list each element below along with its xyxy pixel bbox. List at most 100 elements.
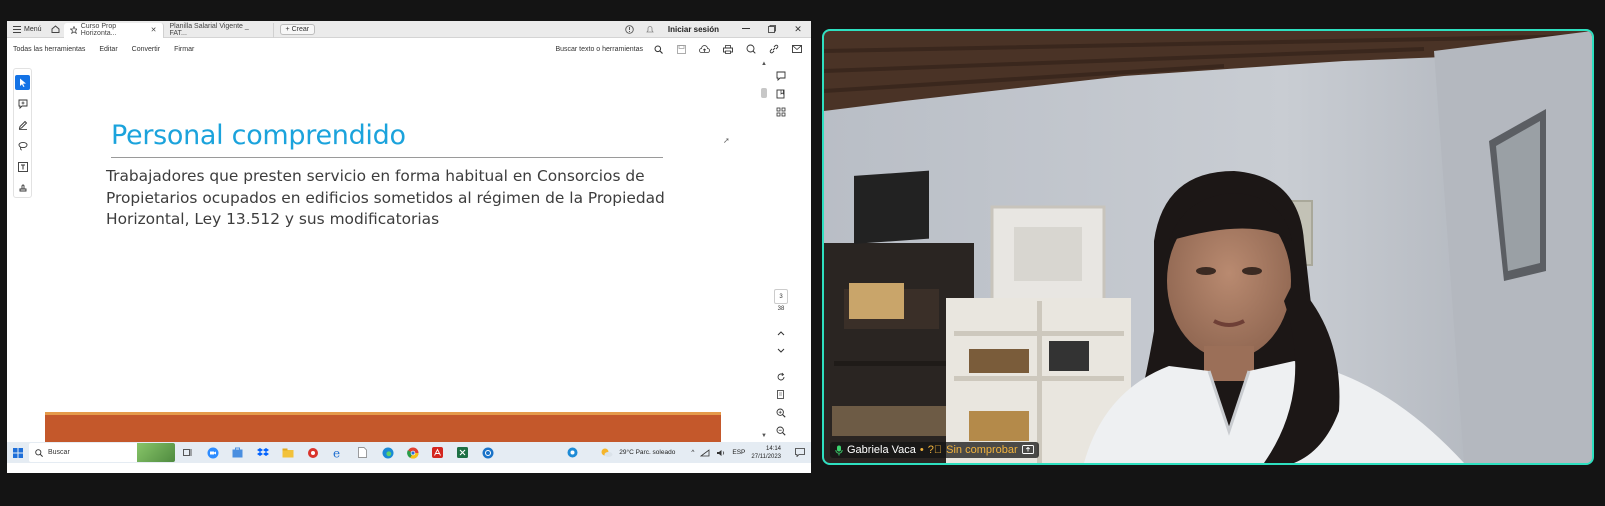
total-pages: 38 — [777, 306, 785, 312]
input-language[interactable]: ESP — [732, 449, 745, 456]
pen-icon — [18, 120, 27, 130]
system-tray: 29°C Parc. soleado ^ ESP 14:14 27/11/202… — [567, 445, 811, 461]
clock-time: 14:14 — [765, 445, 781, 452]
microphone-icon — [835, 445, 843, 455]
bell-icon[interactable] — [640, 21, 660, 38]
notifications-icon[interactable] — [795, 448, 805, 457]
current-page-input[interactable]: 3 — [774, 289, 788, 304]
menu-label: Menú — [24, 25, 42, 33]
refresh-icon[interactable] — [773, 368, 789, 386]
edit-link[interactable]: Editar — [92, 46, 124, 53]
taskbar-search-box[interactable]: Buscar — [29, 443, 175, 462]
stamp-tool-button[interactable] — [15, 180, 30, 195]
convert-link[interactable]: Convertir — [125, 46, 167, 53]
chrome-browser-icon[interactable] — [400, 442, 425, 463]
webex-app-icon[interactable] — [475, 442, 500, 463]
slide-title: Personal comprendido — [111, 120, 406, 151]
network-icon[interactable] — [700, 448, 710, 457]
scroll-down-arrow-icon[interactable]: ▼ — [759, 433, 769, 439]
weather-text[interactable]: 29°C Parc. soleado — [619, 449, 675, 456]
save-icon[interactable] — [671, 40, 692, 58]
tab-curso[interactable]: Curso Prop Horizonta... ✕ — [63, 22, 164, 38]
taskbar-clock[interactable]: 14:14 27/11/2023 — [751, 445, 781, 461]
comments-panel-icon[interactable] — [773, 67, 789, 85]
sign-link[interactable]: Firmar — [167, 46, 201, 53]
draw-tool-button[interactable] — [15, 117, 30, 132]
mouse-pointer-icon: ➚ — [723, 136, 730, 145]
home-button[interactable] — [48, 21, 64, 38]
scroll-up-arrow-icon[interactable]: ▲ — [759, 61, 769, 67]
chevron-up-icon[interactable]: ^ — [691, 449, 694, 456]
comment-tool-button[interactable] — [15, 96, 30, 111]
restore-icon — [768, 25, 776, 33]
search-icon[interactable] — [648, 40, 669, 58]
window-controls: Iniciar sesión ✕ — [620, 21, 811, 38]
chevron-up-icon[interactable] — [773, 324, 789, 342]
email-icon[interactable] — [786, 40, 807, 58]
svg-text:e: e — [333, 447, 340, 459]
vertical-scrollbar[interactable]: ▲ ▼ — [759, 61, 769, 441]
chevron-down-icon[interactable] — [773, 342, 789, 360]
tab-planilla[interactable]: Planilla Salarial Vigente _ FAT... — [164, 22, 274, 38]
unverified-icon: ?⃝ — [927, 444, 943, 456]
right-tool-rail: 3 38 — [771, 61, 791, 461]
maximize-button[interactable] — [759, 21, 785, 38]
screen-share-icon[interactable] — [1021, 445, 1034, 455]
close-tab-icon[interactable]: ✕ — [151, 26, 157, 34]
zoom-out-icon[interactable] — [773, 422, 789, 440]
weather-sun-icon[interactable] — [600, 447, 613, 458]
zoom-app-icon[interactable] — [200, 442, 225, 463]
select-tool-button[interactable] — [15, 75, 30, 90]
red-app-icon[interactable] — [300, 442, 325, 463]
title-divider — [111, 157, 663, 158]
bookmark-panel-icon[interactable] — [773, 85, 789, 103]
participant-name: Gabriela Vaca — [847, 444, 916, 456]
clock-date: 27/11/2023 — [751, 453, 781, 460]
dropbox-app-icon[interactable] — [250, 442, 275, 463]
internet-explorer-icon[interactable]: e — [325, 442, 350, 463]
lasso-tool-button[interactable] — [15, 138, 30, 153]
file-explorer-icon[interactable] — [275, 442, 300, 463]
stamp-icon — [19, 184, 26, 191]
print-icon[interactable] — [717, 40, 738, 58]
help-icon[interactable] — [620, 21, 640, 38]
signin-button[interactable]: Iniciar sesión — [660, 25, 733, 34]
thumbnails-panel-icon[interactable] — [773, 103, 789, 121]
search-highlight-image — [137, 443, 175, 462]
acrobat-app-icon[interactable] — [425, 442, 450, 463]
browser-tab-bar: Menú Curso Prop Horizonta... ✕ Planilla … — [7, 21, 811, 38]
verification-status[interactable]: Sin comprobar — [946, 444, 1018, 456]
search-tools-label[interactable]: Buscar texto o herramientas — [555, 46, 646, 53]
task-view-icon[interactable] — [175, 442, 200, 463]
scroll-thumb[interactable] — [761, 88, 767, 98]
feedback-icon[interactable] — [567, 447, 578, 458]
excel-app-icon[interactable] — [450, 442, 475, 463]
start-button[interactable] — [7, 442, 29, 463]
upload-cloud-icon[interactable] — [694, 40, 715, 58]
pdf-toolbar: Todas las herramientas Editar Convertir … — [7, 39, 811, 59]
cursor-icon — [19, 78, 26, 87]
zoom-in-icon[interactable] — [773, 404, 789, 422]
close-window-button[interactable]: ✕ — [785, 21, 811, 38]
text-box-icon — [17, 161, 28, 172]
link-icon[interactable] — [763, 40, 784, 58]
volume-icon[interactable] — [716, 449, 726, 457]
text-box-tool-button[interactable] — [15, 159, 30, 174]
share-search-icon[interactable] — [740, 40, 761, 58]
home-icon — [51, 25, 60, 33]
minimize-button[interactable] — [733, 21, 759, 38]
edge-browser-icon[interactable] — [375, 442, 400, 463]
separator-dot: • — [919, 444, 924, 456]
menu-button[interactable]: Menú — [7, 21, 48, 38]
minimize-icon — [742, 28, 750, 29]
new-tab-button[interactable]: + Crear — [279, 23, 316, 35]
left-tool-rail — [13, 68, 32, 198]
windows-logo-icon — [13, 447, 23, 458]
document-app-icon[interactable] — [350, 442, 375, 463]
pdf-page: Personal comprendido Trabajadores que pr… — [45, 61, 721, 460]
all-tools-link[interactable]: Todas las herramientas — [7, 46, 92, 53]
store-app-icon[interactable] — [225, 442, 250, 463]
plus-icon: + — [285, 25, 290, 33]
participant-video-tile[interactable]: Gabriela Vaca • ?⃝ Sin comprobar — [822, 29, 1594, 465]
page-fit-icon[interactable] — [773, 386, 789, 404]
